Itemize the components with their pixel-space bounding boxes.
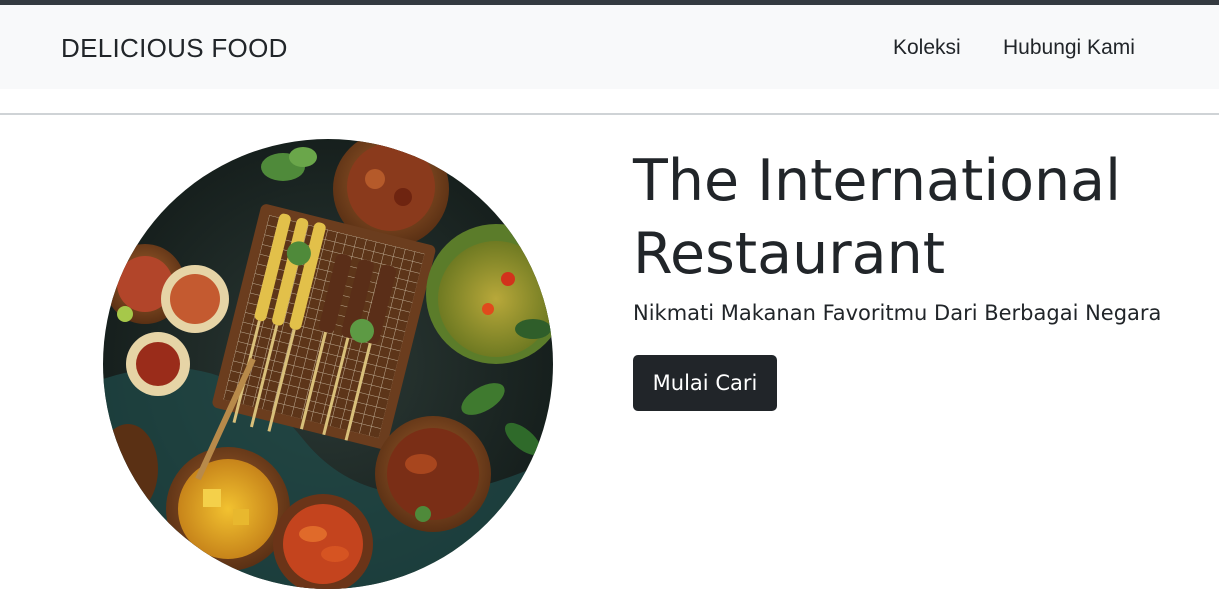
mulai-cari-button[interactable]: Mulai Cari — [633, 355, 777, 411]
hero-title-line-1: The International — [633, 148, 1121, 214]
hero-food-image — [103, 139, 553, 589]
hero-title: The International Restaurant — [633, 145, 1193, 291]
section-divider — [0, 113, 1219, 115]
hero-subtitle: Nikmati Makanan Favoritmu Dari Berbagai … — [633, 301, 1162, 325]
hero-title-line-2: Restaurant — [633, 221, 946, 287]
nav-link-koleksi[interactable]: Koleksi — [893, 36, 961, 60]
nav-link-hubungi-kami[interactable]: Hubungi Kami — [1003, 36, 1135, 60]
navbar: DELICIOUS FOOD Koleksi Hubungi Kami — [0, 5, 1219, 89]
brand-logo-link[interactable]: DELICIOUS FOOD — [61, 33, 288, 64]
